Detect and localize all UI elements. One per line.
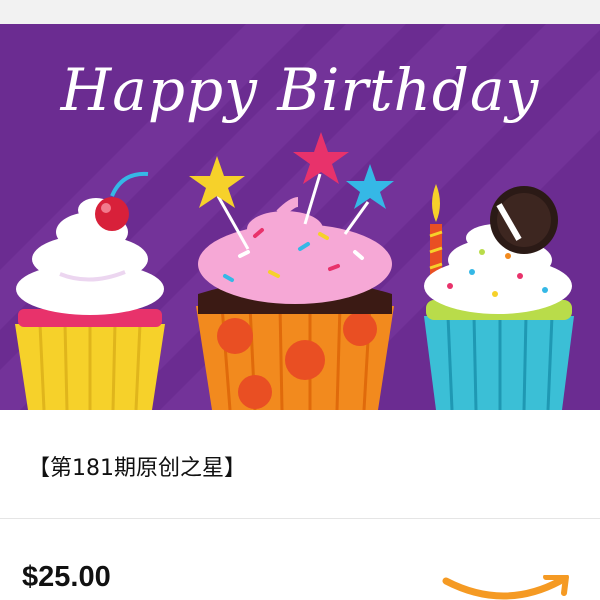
amazon-smile-icon (442, 575, 569, 600)
greeting-text: Happy Birthday (60, 56, 540, 124)
card-title: 【第181期原创之星】 (28, 456, 246, 481)
price-row: $25.00 (0, 519, 600, 600)
price-text: $25.00 (22, 561, 111, 593)
top-strip (0, 0, 600, 24)
card-title-row: 【第181期原创之星】 (0, 410, 600, 519)
gift-card-image[interactable]: Happy Birthday (0, 24, 600, 410)
